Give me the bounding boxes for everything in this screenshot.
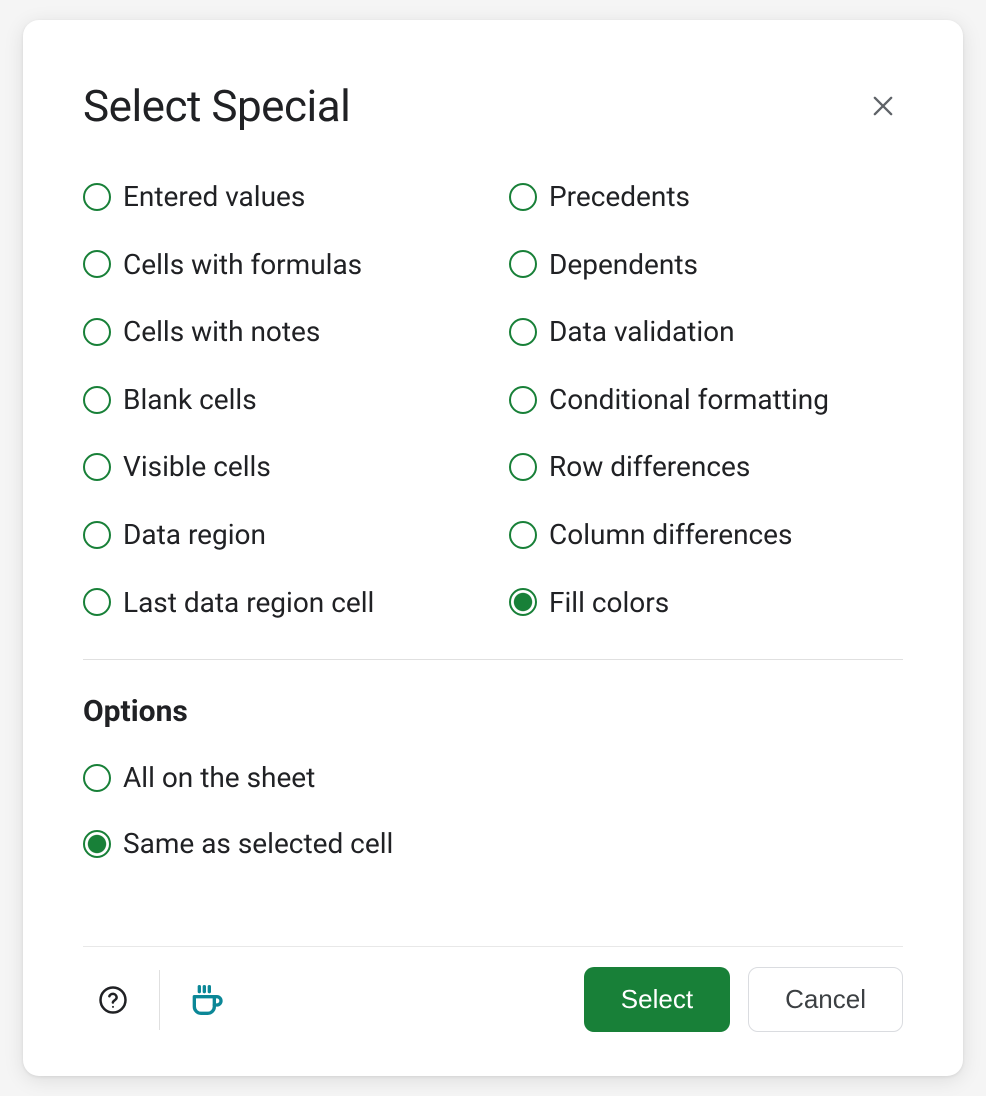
radio-precedents[interactable]: Precedents xyxy=(509,180,903,214)
radio-label: Data region xyxy=(123,518,266,552)
radio-label: Cells with notes xyxy=(123,315,320,349)
options-heading: Options xyxy=(83,694,903,729)
radio-same-as-selected-cell[interactable]: Same as selected cell xyxy=(83,827,903,861)
radio-last-data-region-cell[interactable]: Last data region cell xyxy=(83,586,477,620)
radio-icon xyxy=(83,318,111,346)
radio-dependents[interactable]: Dependents xyxy=(509,248,903,282)
radio-label: Row differences xyxy=(549,450,750,484)
footer-separator xyxy=(159,970,160,1030)
radio-label: Visible cells xyxy=(123,450,271,484)
radio-label: Fill colors xyxy=(549,586,669,620)
radio-cells-with-notes[interactable]: Cells with notes xyxy=(83,315,477,349)
dialog-header: Select Special xyxy=(83,80,903,132)
select-button[interactable]: Select xyxy=(584,967,730,1032)
radio-conditional-formatting[interactable]: Conditional formatting xyxy=(509,383,903,417)
coffee-icon xyxy=(186,980,226,1020)
buy-coffee-button[interactable] xyxy=(176,970,236,1030)
radio-label: Precedents xyxy=(549,180,690,214)
radio-label: Cells with formulas xyxy=(123,248,362,282)
radio-icon xyxy=(509,183,537,211)
radio-label: Last data region cell xyxy=(123,586,374,620)
help-button[interactable] xyxy=(83,970,143,1030)
radio-icon xyxy=(509,386,537,414)
radio-all-on-sheet[interactable]: All on the sheet xyxy=(83,761,903,795)
radio-icon xyxy=(509,588,537,616)
radio-icon xyxy=(83,764,111,792)
radio-icon xyxy=(509,453,537,481)
close-icon xyxy=(869,92,897,120)
options-group: All on the sheet Same as selected cell xyxy=(83,761,903,860)
radio-label: Same as selected cell xyxy=(123,827,393,861)
selection-type-group: Entered values Precedents Cells with for… xyxy=(83,180,903,619)
radio-cells-with-formulas[interactable]: Cells with formulas xyxy=(83,248,477,282)
radio-label: Conditional formatting xyxy=(549,383,829,417)
radio-icon xyxy=(83,386,111,414)
radio-icon xyxy=(83,521,111,549)
radio-icon xyxy=(509,250,537,278)
radio-column-differences[interactable]: Column differences xyxy=(509,518,903,552)
footer-right: Select Cancel xyxy=(584,967,903,1032)
radio-icon xyxy=(83,588,111,616)
radio-icon xyxy=(509,521,537,549)
help-icon xyxy=(98,985,128,1015)
radio-label: Dependents xyxy=(549,248,698,282)
radio-data-region[interactable]: Data region xyxy=(83,518,477,552)
radio-label: Entered values xyxy=(123,180,305,214)
divider xyxy=(83,659,903,660)
radio-row-differences[interactable]: Row differences xyxy=(509,450,903,484)
radio-icon xyxy=(83,453,111,481)
close-button[interactable] xyxy=(863,86,903,126)
radio-icon xyxy=(83,250,111,278)
radio-icon xyxy=(509,318,537,346)
select-special-dialog: Select Special Entered values Precedents… xyxy=(23,20,963,1076)
radio-blank-cells[interactable]: Blank cells xyxy=(83,383,477,417)
footer-left xyxy=(83,970,236,1030)
radio-visible-cells[interactable]: Visible cells xyxy=(83,450,477,484)
cancel-button[interactable]: Cancel xyxy=(748,967,903,1032)
radio-label: Data validation xyxy=(549,315,735,349)
dialog-footer: Select Cancel xyxy=(83,946,903,1032)
radio-entered-values[interactable]: Entered values xyxy=(83,180,477,214)
radio-fill-colors[interactable]: Fill colors xyxy=(509,586,903,620)
dialog-title: Select Special xyxy=(83,80,350,132)
radio-label: All on the sheet xyxy=(123,761,315,795)
radio-icon xyxy=(83,830,111,858)
radio-label: Column differences xyxy=(549,518,792,552)
radio-data-validation[interactable]: Data validation xyxy=(509,315,903,349)
radio-icon xyxy=(83,183,111,211)
radio-label: Blank cells xyxy=(123,383,257,417)
